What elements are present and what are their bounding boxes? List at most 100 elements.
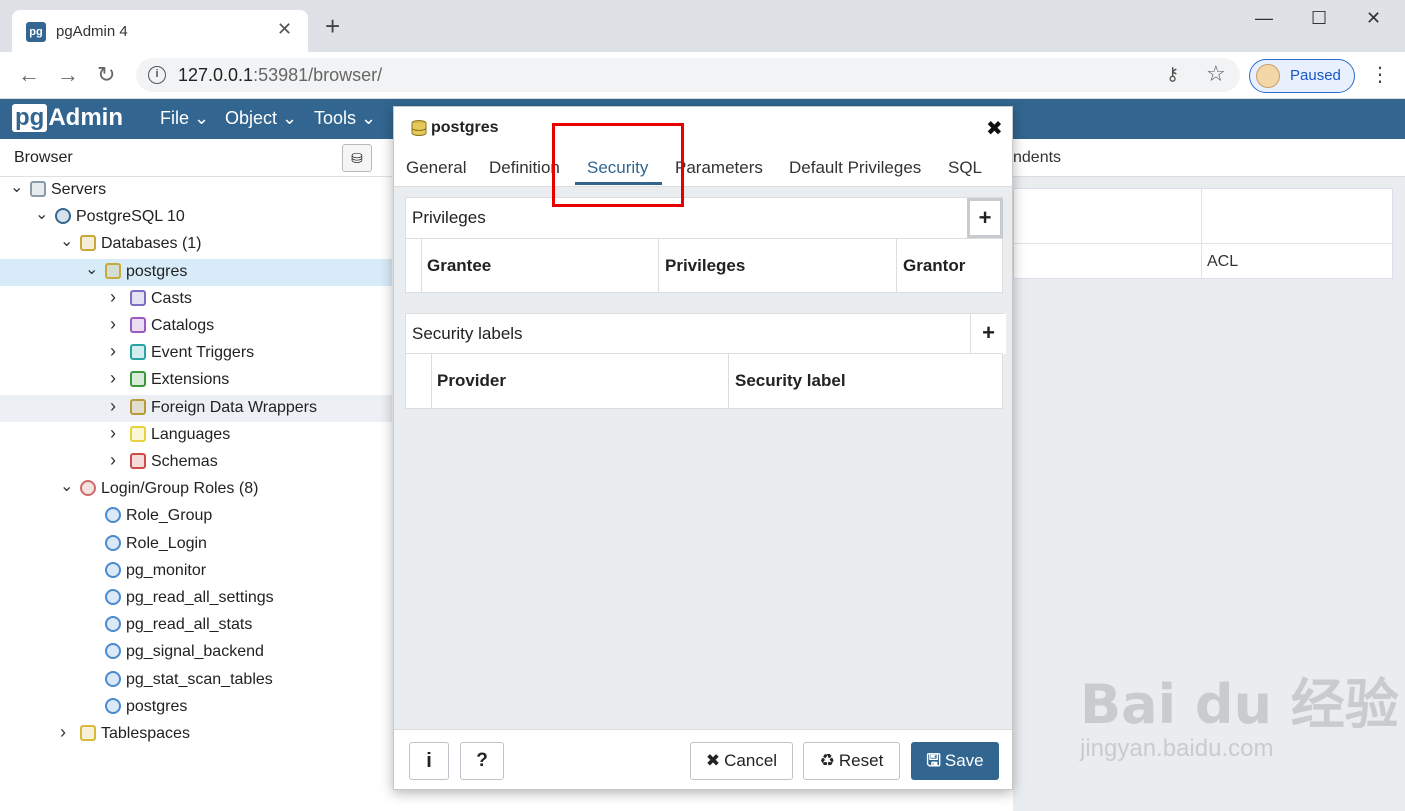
chevron-down-icon[interactable]: ⌄: [60, 476, 73, 496]
event-triggers-icon: [130, 344, 146, 361]
bookmark-star-icon[interactable]: ☆: [1206, 61, 1226, 87]
column-header-security-label[interactable]: Security label: [735, 371, 846, 391]
minimize-icon[interactable]: —: [1255, 8, 1273, 29]
tree-item[interactable]: ⌄ Databases (1): [0, 231, 392, 258]
help-button[interactable]: ?: [460, 742, 504, 780]
save-button[interactable]: 🖫 Save: [911, 742, 999, 780]
chevron-right-icon[interactable]: ›: [110, 423, 116, 444]
tab-parameters[interactable]: Parameters: [675, 158, 763, 178]
reload-icon[interactable]: ↻: [97, 62, 115, 88]
database-properties-dialog: postgres ✖ General Definition Security P…: [393, 106, 1013, 790]
tree-item[interactable]: pg_monitor: [0, 558, 392, 585]
privileges-grid: Privileges + Grantee Privileges Grantor: [405, 197, 1003, 293]
tree-item[interactable]: pg_read_all_stats: [0, 612, 392, 639]
column-header-grantor[interactable]: Grantor: [903, 256, 965, 276]
chevron-down-icon: ⌄: [361, 108, 377, 128]
tree-item-label: postgres: [126, 262, 188, 280]
info-button[interactable]: i: [409, 742, 449, 780]
tree-item-label: Databases (1): [101, 235, 202, 253]
divider: [728, 353, 729, 408]
tree-item[interactable]: Role_Group: [0, 503, 392, 530]
tree-item[interactable]: ⌄ Login/Group Roles (8): [0, 476, 392, 503]
tab-close-icon[interactable]: ✕: [277, 19, 292, 40]
chevron-right-icon[interactable]: ›: [110, 287, 116, 308]
back-icon[interactable]: ←: [18, 62, 40, 88]
add-privilege-button[interactable]: +: [967, 198, 1003, 238]
dialog-tabs: General Definition Security Parameters D…: [394, 149, 1012, 187]
fdw-icon: [130, 398, 146, 415]
pgadmin-logo[interactable]: pg Admin: [12, 104, 123, 133]
chevron-right-icon[interactable]: ›: [60, 722, 66, 743]
tree-item[interactable]: › Foreign Data Wrappers: [0, 394, 392, 422]
tree-item[interactable]: ⌄ PostgreSQL 10: [0, 204, 392, 231]
tab-definition[interactable]: Definition: [489, 158, 560, 178]
menu-tools[interactable]: Tools ⌄: [314, 108, 376, 129]
reset-button[interactable]: ♻ Reset: [803, 742, 900, 780]
forward-icon[interactable]: →: [57, 62, 79, 88]
maximize-icon[interactable]: ☐: [1311, 8, 1327, 29]
chevron-down-icon[interactable]: ⌄: [60, 231, 73, 251]
browser-tab[interactable]: pg pgAdmin 4 ✕: [12, 10, 308, 53]
tree-item[interactable]: pg_signal_backend: [0, 639, 392, 666]
properties-table: ACL: [1013, 188, 1393, 279]
site-info-icon[interactable]: i: [148, 66, 166, 84]
tree-item-label: PostgreSQL 10: [76, 208, 185, 226]
elephant-icon: [55, 208, 71, 225]
tree-item[interactable]: ⌄ postgres: [0, 258, 392, 286]
column-header-privileges[interactable]: Privileges: [665, 256, 745, 276]
new-tab-icon[interactable]: +: [325, 13, 340, 39]
table-cell: ACL: [1207, 253, 1239, 270]
query-tool-icon[interactable]: ⛁: [342, 144, 372, 172]
login-role-icon: [105, 534, 121, 551]
chevron-down-icon[interactable]: ⌄: [85, 259, 98, 279]
chevron-down-icon[interactable]: ⌄: [35, 204, 48, 224]
chevron-right-icon[interactable]: ›: [110, 450, 116, 471]
tree-item[interactable]: › Catalogs: [0, 313, 392, 340]
divider: [406, 238, 1002, 239]
tree-item-label: pg_monitor: [126, 561, 207, 579]
tab-sql[interactable]: SQL: [948, 158, 982, 178]
browser-toolbar: ← → ↻ i 127.0.0.1:53981/browser/ ⚷ ☆ Pau…: [0, 52, 1405, 99]
address-bar[interactable]: i 127.0.0.1:53981/browser/ ⚷ ☆: [136, 58, 1240, 92]
more-menu-icon[interactable]: ⋮: [1370, 62, 1390, 87]
servers-icon: [30, 181, 46, 197]
tree-item[interactable]: › Extensions: [0, 367, 392, 394]
tree-item[interactable]: › Schemas: [0, 449, 392, 476]
chevron-right-icon[interactable]: ›: [110, 314, 116, 335]
cancel-button[interactable]: ✖ Cancel: [690, 742, 793, 780]
tree-item[interactable]: ⌄ Servers: [0, 177, 392, 204]
window-close-icon[interactable]: ✕: [1366, 8, 1381, 29]
add-security-label-button[interactable]: +: [970, 314, 1006, 354]
privileges-title: Privileges: [412, 208, 486, 227]
floppy-disk-icon: 🖫: [926, 751, 941, 770]
tree-item[interactable]: postgres: [0, 694, 392, 721]
column-header-provider[interactable]: Provider: [437, 371, 506, 391]
tree-item-label: Extensions: [151, 371, 230, 389]
chevron-right-icon[interactable]: ›: [110, 396, 116, 417]
tree-item[interactable]: › Casts: [0, 286, 392, 313]
tab-dependents[interactable]: ndents: [1013, 149, 1061, 167]
chevron-down-icon: ⌄: [194, 108, 210, 128]
tree-item[interactable]: Role_Login: [0, 531, 392, 558]
divider: [896, 238, 897, 292]
tab-general[interactable]: General: [406, 158, 466, 178]
chevron-down-icon: ⌄: [282, 108, 298, 128]
tree-item[interactable]: pg_stat_scan_tables: [0, 667, 392, 694]
chevron-right-icon[interactable]: ›: [110, 341, 116, 362]
key-icon[interactable]: ⚷: [1166, 64, 1179, 85]
menu-object[interactable]: Object ⌄: [225, 108, 297, 129]
tree-item[interactable]: › Tablespaces: [0, 721, 392, 748]
tree-item[interactable]: › Languages: [0, 422, 392, 449]
tree-item[interactable]: pg_read_all_settings: [0, 585, 392, 612]
chevron-down-icon[interactable]: ⌄: [10, 177, 23, 197]
catalogs-icon: [130, 317, 146, 333]
column-header-grantee[interactable]: Grantee: [427, 256, 491, 276]
profile-status: Paused: [1290, 67, 1341, 84]
tree-item[interactable]: › Event Triggers: [0, 340, 392, 367]
profile-button[interactable]: Paused: [1249, 59, 1355, 93]
chevron-right-icon[interactable]: ›: [110, 368, 116, 389]
tab-default-privileges[interactable]: Default Privileges: [789, 158, 921, 178]
tree-item-label: Casts: [151, 289, 192, 307]
close-icon[interactable]: ✖: [986, 116, 1003, 141]
menu-file[interactable]: File ⌄: [160, 108, 209, 129]
